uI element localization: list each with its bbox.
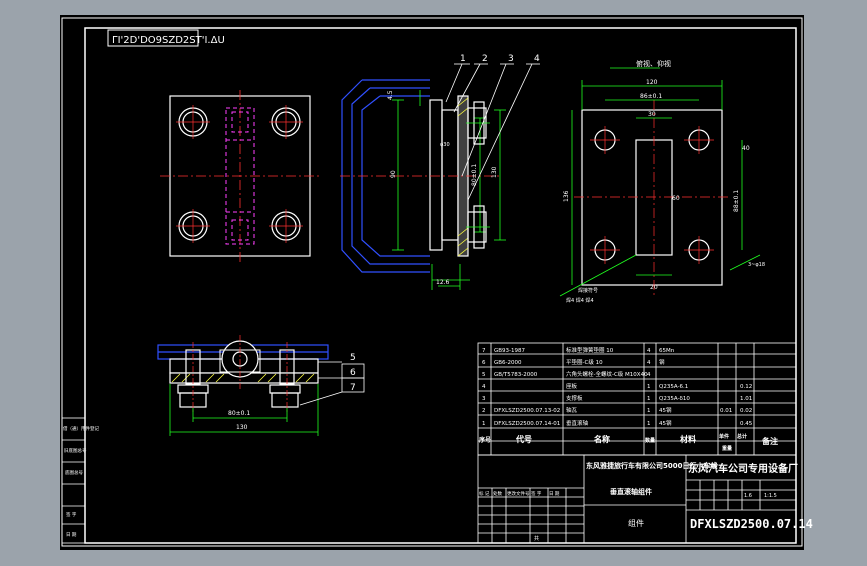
svg-text:45钢: 45钢 xyxy=(659,406,672,414)
svg-text:1: 1 xyxy=(647,384,651,390)
svg-text:名称: 名称 xyxy=(594,434,610,444)
svg-text:GB/T5783-2000: GB/T5783-2000 xyxy=(494,372,538,378)
svg-text:备注: 备注 xyxy=(761,436,778,446)
svg-text:日 期: 日 期 xyxy=(66,532,77,538)
code-box-text: ΓΙ'2D'DO9SZD2ST'I.ΔU xyxy=(112,35,225,46)
svg-text:轴瓦: 轴瓦 xyxy=(566,406,578,414)
svg-text:60: 60 xyxy=(672,195,680,202)
assembly-label: 组件 xyxy=(628,518,644,528)
svg-text:Q235A-δ10: Q235A-δ10 xyxy=(659,396,690,402)
callout-4: 4 xyxy=(534,54,540,64)
svg-text:1: 1 xyxy=(647,396,651,402)
svg-text:单件: 单件 xyxy=(719,433,729,440)
svg-text:签 字: 签 字 xyxy=(66,511,77,518)
svg-text:GB6-2000: GB6-2000 xyxy=(494,360,522,366)
svg-text:4: 4 xyxy=(647,360,651,366)
svg-text:φ30: φ30 xyxy=(440,142,450,148)
svg-text:120: 120 xyxy=(646,79,658,86)
drawing-number: DFXLSZD2500.07.14 xyxy=(690,517,813,531)
part-title: 垂直滚轴组件 xyxy=(610,487,652,496)
svg-text:0.12: 0.12 xyxy=(740,384,752,390)
svg-text:重量: 重量 xyxy=(722,445,732,452)
svg-text:更改文件号: 更改文件号 xyxy=(507,490,530,497)
svg-text:30: 30 xyxy=(648,111,656,118)
svg-text:45钢: 45钢 xyxy=(659,419,672,427)
svg-text:90: 90 xyxy=(390,170,397,178)
svg-text:88±0.1: 88±0.1 xyxy=(733,190,740,212)
svg-text:DFXLSZD2500.07.13-02: DFXLSZD2500.07.13-02 xyxy=(494,408,560,414)
svg-text:3~φ18: 3~φ18 xyxy=(748,262,765,268)
svg-text:80±0.1: 80±0.1 xyxy=(471,164,478,186)
svg-text:GB93-1987: GB93-1987 xyxy=(494,348,526,354)
svg-text:0.45: 0.45 xyxy=(740,421,753,427)
callout-5: 5 xyxy=(350,353,356,363)
svg-text:标 记: 标 记 xyxy=(479,490,490,497)
svg-text:40: 40 xyxy=(742,145,750,152)
svg-text:86±0.1: 86±0.1 xyxy=(640,93,662,100)
svg-text:俯视、仰视: 俯视、仰视 xyxy=(636,59,671,68)
company-name: 东风汽车公司专用设备厂 xyxy=(688,462,798,475)
svg-text:4.5: 4.5 xyxy=(387,90,394,100)
svg-text:1: 1 xyxy=(647,408,651,414)
svg-text:Q235A-6.1: Q235A-6.1 xyxy=(659,384,688,390)
svg-text:1: 1 xyxy=(482,421,486,427)
svg-text:1:1.5: 1:1.5 xyxy=(764,493,777,499)
svg-text:座板: 座板 xyxy=(566,382,578,390)
svg-text:2: 2 xyxy=(482,408,486,414)
svg-text:1.6: 1.6 xyxy=(744,493,752,499)
svg-text:6: 6 xyxy=(482,360,486,366)
svg-text:签 字: 签 字 xyxy=(531,490,542,497)
svg-text:0.02: 0.02 xyxy=(740,408,752,414)
svg-text:共: 共 xyxy=(534,535,539,542)
svg-text:标准型弹簧垫圈 10: 标准型弹簧垫圈 10 xyxy=(566,346,614,354)
svg-text:焊4 焊4 焊4: 焊4 焊4 焊4 xyxy=(566,297,594,304)
svg-text:支撑板: 支撑板 xyxy=(566,394,583,402)
svg-text:12.6: 12.6 xyxy=(436,279,450,286)
drawing-canvas: ΓΙ'2D'DO9SZD2ST'I.ΔU 4.5 12.6 90 130 80±… xyxy=(0,15,867,562)
svg-text:序号: 序号 xyxy=(478,436,491,444)
callout-6: 6 xyxy=(350,368,356,378)
svg-text:130: 130 xyxy=(491,166,498,178)
svg-text:136: 136 xyxy=(563,190,570,202)
svg-text:80±0.1: 80±0.1 xyxy=(228,410,250,417)
cad-viewport: ΓΙ'2D'DO9SZD2ST'I.ΔU 4.5 12.6 90 130 80±… xyxy=(0,0,867,562)
svg-text:旧底图总号: 旧底图总号 xyxy=(64,447,87,454)
svg-text:20: 20 xyxy=(650,284,658,291)
svg-text:材料: 材料 xyxy=(680,434,696,444)
svg-text:5: 5 xyxy=(482,372,486,378)
svg-text:借（通）用件登记: 借（通）用件登记 xyxy=(63,425,99,432)
svg-text:DFXLSZD2500.07.14-01: DFXLSZD2500.07.14-01 xyxy=(494,421,560,427)
callout-2: 2 xyxy=(482,54,488,64)
svg-text:钢: 钢 xyxy=(659,358,665,366)
svg-text:六角头螺栓-全螺纹-C级 M10X40: 六角头螺栓-全螺纹-C级 M10X40 xyxy=(566,370,648,378)
svg-text:总计: 总计 xyxy=(737,433,747,440)
svg-text:焊接符号: 焊接符号 xyxy=(578,287,598,294)
svg-text:4: 4 xyxy=(647,348,651,354)
svg-text:65Mn: 65Mn xyxy=(659,348,675,354)
svg-text:数量: 数量 xyxy=(645,437,655,444)
svg-text:130: 130 xyxy=(236,424,248,431)
svg-text:1.01: 1.01 xyxy=(740,396,752,402)
svg-text:7: 7 xyxy=(482,348,486,354)
svg-text:0.01: 0.01 xyxy=(720,408,732,414)
svg-text:处数: 处数 xyxy=(493,490,502,497)
callout-7: 7 xyxy=(350,383,356,393)
svg-text:平垫圈-C级 10: 平垫圈-C级 10 xyxy=(566,358,603,366)
callout-3: 3 xyxy=(508,54,514,64)
svg-text:日 期: 日 期 xyxy=(549,491,560,497)
svg-text:1: 1 xyxy=(647,421,651,427)
svg-text:代号: 代号 xyxy=(515,434,532,444)
svg-text:垂直滚轴: 垂直滚轴 xyxy=(566,419,589,427)
callout-1: 1 xyxy=(460,54,466,64)
svg-text:底图总号: 底图总号 xyxy=(65,469,83,476)
svg-text:4: 4 xyxy=(482,384,486,390)
svg-text:4: 4 xyxy=(647,372,651,378)
svg-text:3: 3 xyxy=(482,396,486,402)
